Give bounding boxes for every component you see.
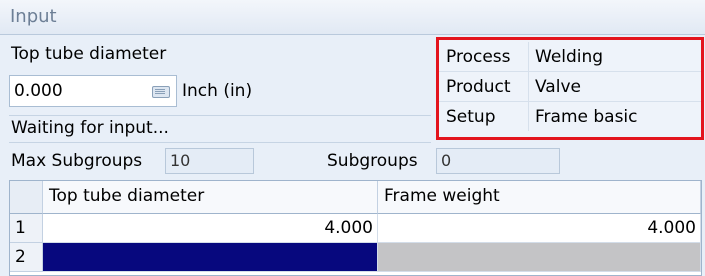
info-row-setup: Setup Frame basic [439,102,701,131]
grid-cell-selected[interactable] [43,243,378,272]
grid-corner [10,181,43,214]
max-subgroups-label: Max Subgroups [11,151,143,171]
status-text: Waiting for input... [11,118,169,138]
row-number[interactable]: 1 [10,214,43,243]
grid-cell[interactable]: 4.000 [43,214,378,243]
column-header-frame-weight[interactable]: Frame weight [378,181,701,214]
info-row-process: Process Welding [439,42,701,72]
info-value: Welding [535,47,604,67]
grid-cell[interactable]: 4.000 [378,214,701,243]
unit-label: Inch (in) [182,81,253,101]
info-divider [528,42,529,71]
info-divider [528,72,529,101]
keyboard-icon[interactable] [152,86,170,98]
measurement-input[interactable] [14,80,144,102]
info-value: Frame basic [535,107,638,127]
info-value: Valve [535,77,581,97]
grid-cell-disabled [378,243,701,272]
column-header-top-tube-diameter[interactable]: Top tube diameter [43,181,378,214]
info-panel: Process Welding Product Valve Setup Fram… [436,37,704,140]
subgroups-field: 0 [436,148,560,174]
panel-title: Input [10,6,57,27]
info-key: Setup [446,107,496,127]
panel-header: Input [0,0,705,35]
info-key: Product [446,77,511,97]
measurement-label: Top tube diameter [11,44,167,64]
data-grid[interactable]: Top tube diameter Frame weight 1 4.000 4… [9,180,702,276]
status-bar: Waiting for input... [9,115,431,143]
info-key: Process [446,47,511,67]
max-subgroups-field: 10 [165,148,254,174]
measurement-input-container[interactable] [9,75,177,107]
info-row-product: Product Valve [439,72,701,102]
info-divider [528,102,529,131]
row-number[interactable]: 2 [10,243,43,272]
subgroups-label: Subgroups [327,151,418,171]
